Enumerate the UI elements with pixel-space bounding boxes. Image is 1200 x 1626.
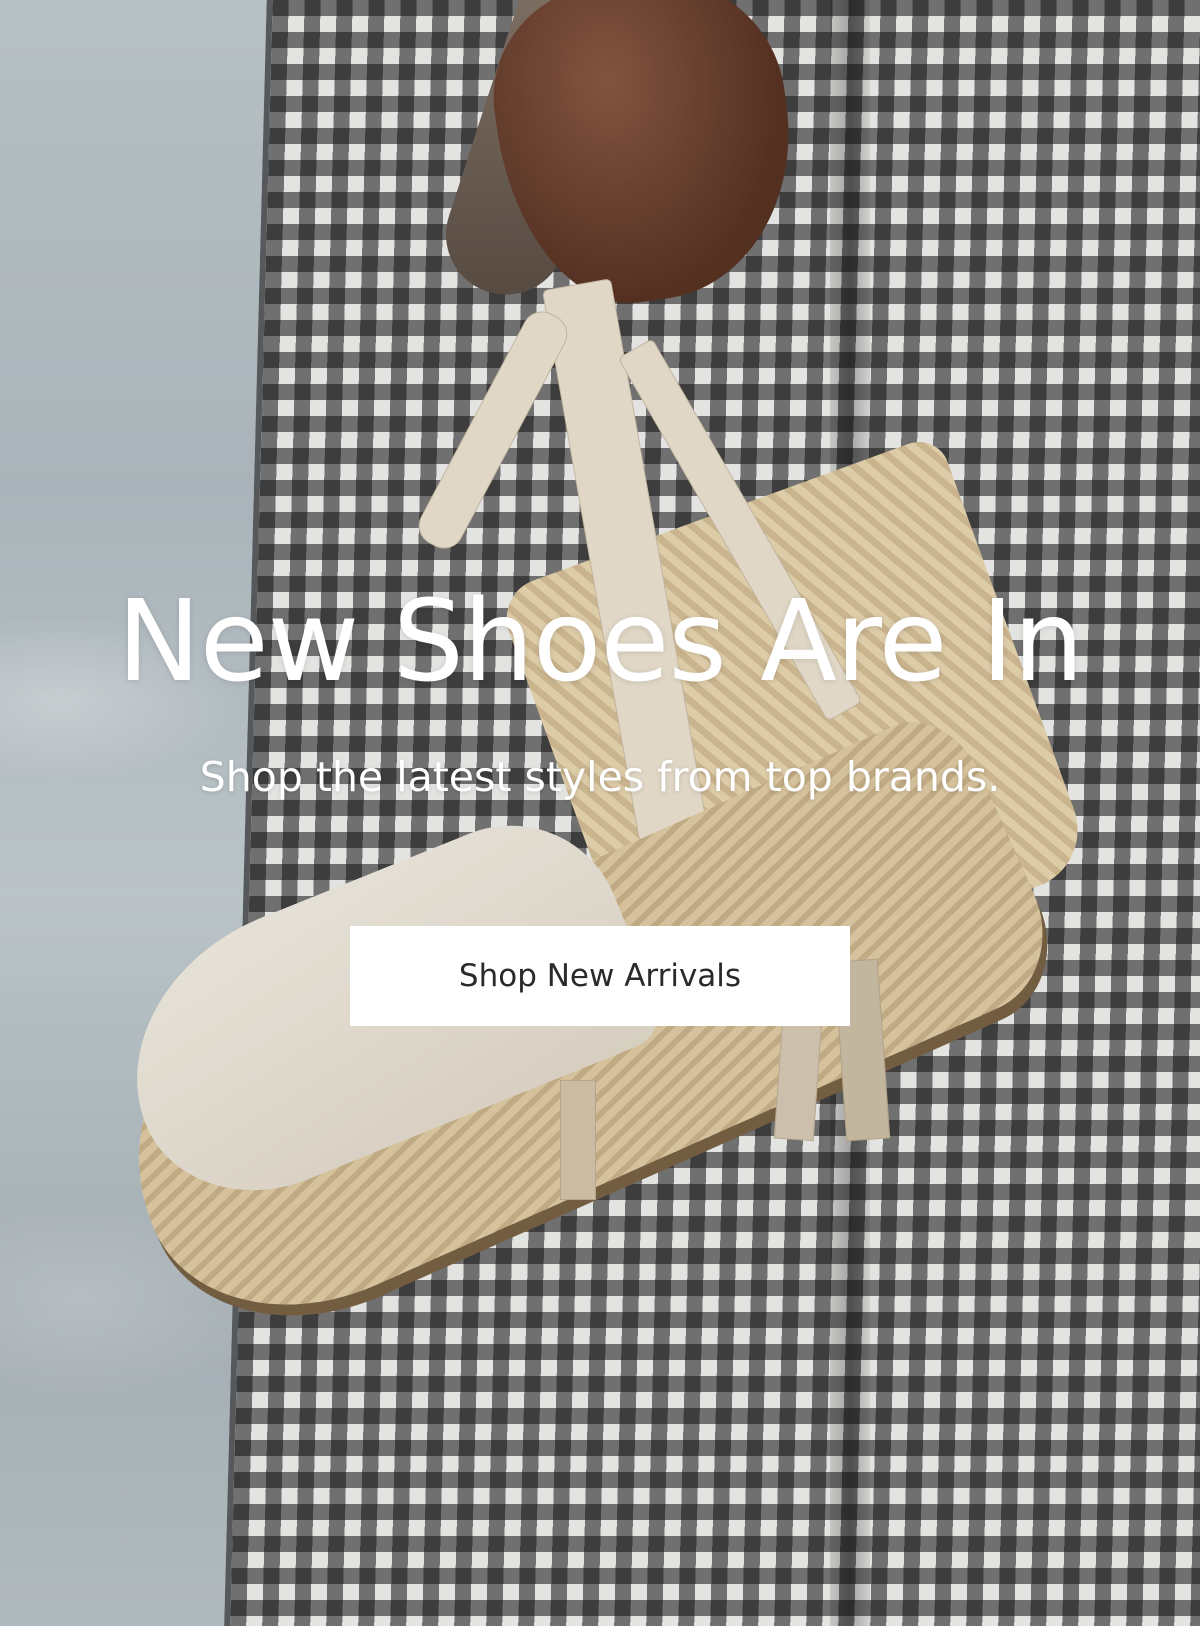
hero-title: New Shoes Are In (116, 577, 1084, 707)
hero-subtitle: Shop the latest styles from top brands. (199, 753, 1001, 801)
hero-banner: New Shoes Are In Shop the latest styles … (0, 0, 1200, 1626)
shop-new-arrivals-button[interactable]: Shop New Arrivals (350, 926, 850, 1026)
hero-content: New Shoes Are In Shop the latest styles … (0, 0, 1200, 1626)
